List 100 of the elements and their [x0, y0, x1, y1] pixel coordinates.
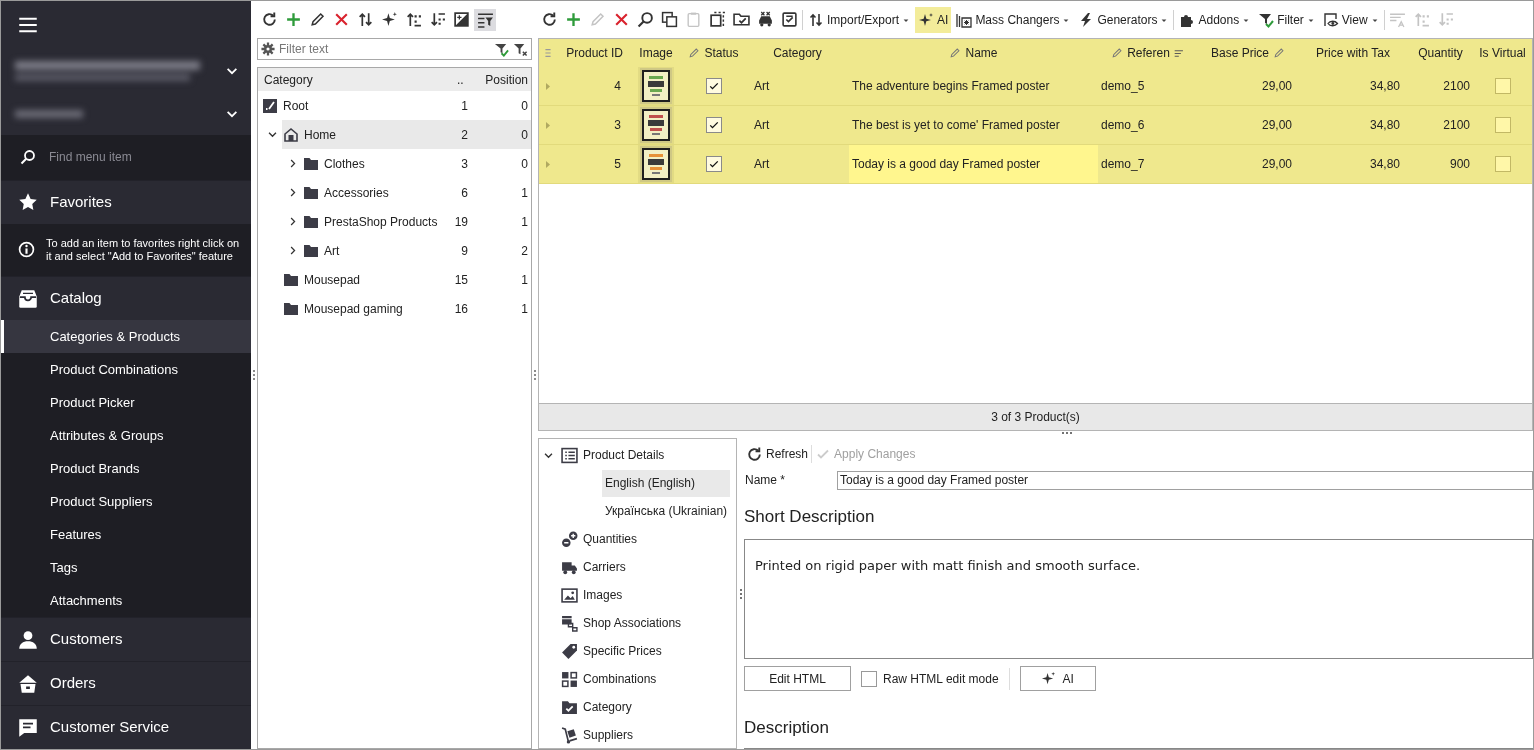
image-icon — [561, 586, 578, 604]
tree-row[interactable]: PrestaShop Products 19 1 — [302, 207, 531, 236]
sidebar-item[interactable]: Attributes & Groups — [1, 419, 251, 452]
nav-item[interactable]: English (English) — [602, 469, 730, 497]
table-cell-text: Today is a good day Framed poster — [852, 156, 1041, 173]
toolbar-button[interactable]: Filter — [1255, 6, 1318, 33]
toolbar-button[interactable]: Import/Export — [805, 6, 914, 33]
checkbox[interactable] — [861, 670, 877, 687]
nav-item[interactable]: Shop Associations — [559, 609, 686, 637]
column-header[interactable]: Is Virtual — [1479, 44, 1526, 62]
search-icon — [636, 11, 654, 28]
toolbar-button[interactable] — [474, 8, 496, 31]
checkbox[interactable] — [705, 78, 722, 94]
tree-row[interactable]: Accessories 6 1 — [302, 178, 531, 207]
edit-html-button[interactable]: Edit HTML — [744, 666, 851, 691]
check-icon — [707, 80, 720, 92]
checkbox[interactable] — [705, 117, 722, 133]
refresh-icon — [540, 11, 558, 28]
info-text: To add an item to favorites right click on it and select "Add to Favorites" feature — [46, 236, 241, 263]
sidebar-section[interactable]: Favorites — [1, 179, 251, 224]
column-header[interactable]: Base Price — [1211, 44, 1285, 62]
toolbar-button[interactable]: Mass Changers — [953, 6, 1074, 33]
sidebar-item[interactable]: Attachments — [1, 584, 251, 617]
check-icon — [707, 119, 720, 131]
sidebar-section[interactable]: Customers — [1, 617, 251, 661]
checkbox[interactable] — [1494, 156, 1511, 172]
column-header[interactable]: Quantity — [1418, 44, 1463, 62]
input-field[interactable]: Today is a good day Framed poster — [837, 470, 1533, 490]
nav-item[interactable]: Images — [559, 581, 627, 609]
move-down-icon — [428, 11, 446, 28]
sidebar-item[interactable]: Categories & Products — [1, 320, 251, 353]
nav-item[interactable]: Category — [559, 693, 636, 721]
row-marker-icon[interactable] — [544, 120, 551, 130]
search-field[interactable]: Find menu item — [1, 135, 251, 180]
nav-item[interactable]: Combinations — [559, 665, 661, 693]
nav-item[interactable]: Product Details — [559, 441, 669, 469]
check-icon — [707, 158, 720, 170]
nav-item[interactable]: Українська (Ukrainian) — [602, 497, 730, 525]
folder-icon — [303, 213, 319, 230]
toolbar-button[interactable]: AI — [915, 6, 952, 33]
column-header[interactable]: Status — [688, 44, 739, 62]
tree-row[interactable]: Mousepad gaming 16 1 — [282, 294, 531, 323]
nav-item[interactable]: Specific Prices — [559, 637, 666, 665]
table-cell-text: Art — [754, 78, 770, 95]
column-header[interactable]: .. — [457, 70, 481, 89]
grip-icon[interactable] — [533, 369, 537, 381]
gear-icon — [261, 42, 275, 56]
grip-icon[interactable] — [738, 587, 743, 600]
row-marker-icon[interactable] — [544, 81, 551, 91]
column-header[interactable]: Category — [258, 70, 457, 89]
toolbar-button[interactable]: Addons — [1176, 6, 1254, 33]
checkbox[interactable] — [1494, 117, 1511, 133]
checkbox[interactable] — [705, 156, 722, 172]
ai-button[interactable]: AI — [1019, 666, 1096, 691]
funnel-icon — [1258, 11, 1275, 28]
table-cell-text: demo_5 — [1101, 78, 1145, 95]
column-header[interactable]: Position — [481, 70, 531, 89]
clear-filter-icon[interactable] — [513, 41, 528, 57]
tree-row[interactable]: Mousepad 15 1 — [282, 265, 531, 294]
move-up-icon — [1413, 11, 1431, 28]
search-icon — [20, 149, 36, 166]
row-marker-icon[interactable] — [544, 159, 551, 169]
sidebar-item[interactable]: Product Picker — [1, 386, 251, 419]
sparkle-icon — [380, 11, 398, 28]
grip-icon[interactable] — [1060, 431, 1073, 435]
sidebar-section[interactable]: Customer Service — [1, 705, 251, 749]
column-header[interactable]: Category — [773, 44, 822, 62]
toolbar-button[interactable]: View — [1319, 6, 1382, 33]
column-header[interactable]: Image — [639, 44, 673, 62]
toolbar-button[interactable]: Refresh — [744, 443, 811, 465]
checkbox[interactable] — [1494, 78, 1511, 94]
grip-icon[interactable] — [252, 369, 256, 381]
nav-item[interactable]: Suppliers — [559, 721, 638, 748]
funnel-icon[interactable] — [494, 41, 509, 57]
pencil-icon — [1111, 47, 1124, 59]
column-header[interactable]: Product ID — [566, 44, 623, 62]
text-editor[interactable]: Printed on rigid paper with matt finish and smooth surface. — [744, 539, 1533, 659]
column-header[interactable]: Name — [949, 44, 998, 62]
table-cell-text: 34,80 — [1369, 156, 1400, 173]
toolbar-button[interactable]: Generators — [1075, 6, 1172, 33]
column-header[interactable]: Price with Tax — [1316, 44, 1390, 62]
folder-icon — [303, 184, 319, 201]
sidebar-item[interactable]: Features — [1, 518, 251, 551]
sidebar-item[interactable]: Product Brands — [1, 452, 251, 485]
tree-row[interactable]: Clothes 3 0 — [302, 149, 531, 178]
nav-item[interactable]: Quantities — [559, 525, 642, 553]
list-icon — [561, 446, 578, 464]
sidebar-item[interactable]: Product Combinations — [1, 353, 251, 386]
tree-row[interactable]: Home 2 0 — [282, 120, 531, 149]
sidebar-section[interactable]: Orders — [1, 661, 251, 705]
sidebar-item[interactable]: Tags — [1, 551, 251, 584]
sidebar-item[interactable]: Product Suppliers — [1, 485, 251, 518]
nav-item[interactable]: Carriers — [559, 553, 630, 581]
table-cell-text: Art — [754, 117, 770, 134]
filter-field[interactable]: Filter text — [257, 38, 532, 60]
column-header[interactable]: Referen — [1111, 44, 1185, 62]
pencil-icon — [588, 11, 606, 28]
tree-row[interactable]: Art 9 2 — [302, 236, 531, 265]
hand-truck-icon — [561, 726, 578, 744]
tree-row[interactable]: Root 1 0 — [261, 91, 531, 120]
